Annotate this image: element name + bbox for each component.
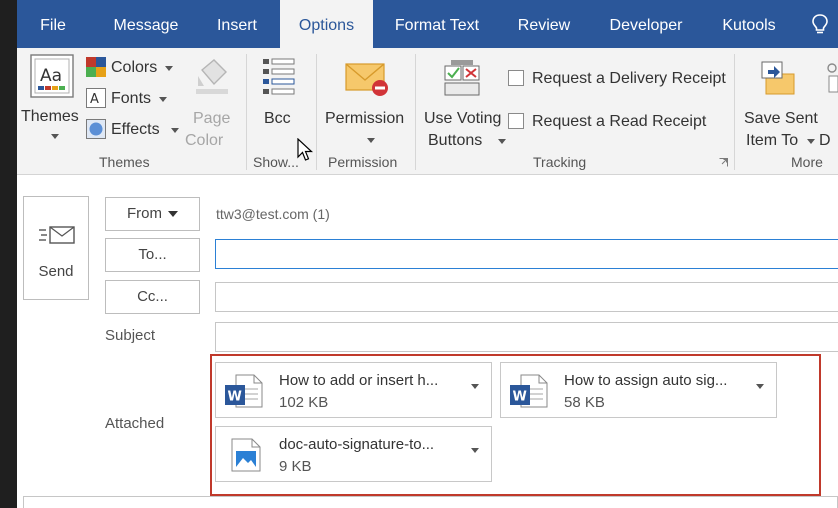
permission-envelope-icon: [345, 63, 388, 96]
word-doc-icon: W: [225, 374, 263, 408]
page-color-line1: Page: [193, 110, 231, 127]
ribbon-separator: [246, 54, 247, 170]
attachment-size: 9 KB: [279, 458, 312, 475]
tab-review[interactable]: Review: [513, 0, 575, 48]
tab-options[interactable]: Options: [280, 0, 373, 48]
to-field[interactable]: [215, 239, 838, 269]
effects-label: Effects: [111, 121, 160, 138]
page-color-line2: Color: [185, 132, 224, 149]
from-address: ttw3@test.com (1): [216, 206, 330, 222]
subject-field[interactable]: [215, 322, 838, 352]
mouse-cursor-icon: [297, 138, 313, 161]
fonts-dropdown-icon: [159, 97, 167, 102]
send-label: Send: [38, 263, 74, 280]
ribbon-options-panel: Aa Themes Colors A Fonts Effects Page Co…: [17, 48, 838, 175]
attachment-size: 58 KB: [564, 394, 605, 411]
use-voting-line1: Use Voting: [424, 110, 502, 127]
more-options-icon: [827, 63, 838, 93]
svg-text:A: A: [90, 92, 99, 107]
dialog-launcher-icon[interactable]: [719, 158, 728, 167]
effects-icon: [86, 119, 106, 139]
to-label: To...: [138, 246, 167, 263]
outlook-compose-window: File Message Insert Options Format Text …: [17, 0, 838, 508]
attachment-name: How to add or insert h...: [279, 372, 439, 389]
svg-text:W: W: [228, 390, 242, 405]
from-button[interactable]: From: [105, 197, 200, 231]
permission-button[interactable]: Permission: [321, 54, 413, 146]
colors-dropdown-icon: [165, 66, 173, 71]
cc-field[interactable]: [215, 282, 838, 312]
use-voting-buttons-button[interactable]: Use Voting Buttons: [421, 54, 506, 149]
attachment-size: 102 KB: [279, 394, 329, 411]
colors-label: Colors: [111, 59, 158, 76]
themes-group-label: Themes: [99, 154, 150, 170]
save-sent-folder-icon: [761, 61, 795, 95]
attachment-item[interactable]: W How to add or insert h... 102 KB: [215, 362, 492, 418]
attached-label: Attached: [105, 415, 165, 432]
save-sent-line1: Save Sent: [744, 110, 818, 127]
lightbulb-icon[interactable]: [812, 14, 828, 36]
delivery-receipt-checkbox[interactable]: [508, 70, 524, 86]
tab-insert[interactable]: Insert: [205, 0, 269, 48]
from-label: From: [127, 205, 162, 222]
themes-icon: Aa: [30, 54, 74, 98]
cc-label: Cc...: [137, 288, 168, 305]
colors-icon: [86, 57, 106, 77]
tab-kutools[interactable]: Kutools: [717, 0, 781, 48]
message-body[interactable]: [23, 496, 838, 508]
save-sent-dropdown-icon: [807, 139, 815, 144]
send-icon: [39, 226, 75, 244]
attachment-dropdown-icon[interactable]: [471, 384, 479, 389]
tab-message[interactable]: Message: [105, 0, 187, 48]
ribbon-separator: [316, 54, 317, 170]
page-color-button[interactable]: Page Color: [180, 54, 242, 149]
permission-group-label: Permission: [328, 154, 398, 170]
attachment-item[interactable]: doc-auto-signature-to... 9 KB: [215, 426, 492, 482]
attachment-name: doc-auto-signature-to...: [279, 436, 435, 453]
svg-text:W: W: [513, 390, 527, 405]
voting-buttons-icon: [444, 60, 480, 96]
tracking-group-label: Tracking: [533, 154, 587, 170]
use-voting-line2: Buttons: [428, 132, 483, 149]
permission-dropdown-icon: [367, 138, 375, 143]
voting-dropdown-icon: [498, 139, 506, 144]
next-ribbon-item-partial: D: [819, 132, 831, 149]
attachment-dropdown-icon[interactable]: [471, 448, 479, 453]
bcc-label: Bcc: [264, 110, 291, 127]
attachment-item[interactable]: W How to assign auto sig... 58 KB: [500, 362, 777, 418]
themes-button[interactable]: Aa Themes: [21, 54, 83, 144]
ribbon-tab-bar: File Message Insert Options Format Text …: [17, 0, 838, 48]
fonts-icon: A: [86, 88, 106, 108]
permission-label: Permission: [325, 110, 405, 127]
bcc-icon: [263, 58, 295, 95]
to-button[interactable]: To...: [105, 238, 200, 272]
tab-format-text[interactable]: Format Text: [389, 0, 485, 48]
paint-bucket-icon: [196, 59, 228, 94]
save-sent-line2: Item To: [746, 132, 799, 149]
ribbon-separator: [415, 54, 416, 170]
save-sent-item-button[interactable]: Save Sent Item To D: [741, 54, 838, 149]
themes-dropdown-icon: [51, 134, 59, 139]
svg-text:Aa: Aa: [40, 66, 62, 86]
attachment-dropdown-icon[interactable]: [756, 384, 764, 389]
fonts-label: Fonts: [111, 90, 152, 107]
subject-label: Subject: [105, 327, 156, 344]
tab-developer[interactable]: Developer: [601, 0, 691, 48]
image-file-icon: [231, 438, 261, 472]
cc-button[interactable]: Cc...: [105, 280, 200, 314]
bcc-button[interactable]: Bcc: [253, 54, 305, 134]
send-button[interactable]: Send: [23, 196, 89, 300]
show-group-label: Show...: [253, 154, 299, 170]
from-dropdown-icon: [168, 211, 178, 218]
delivery-receipt-label: Request a Delivery Receipt: [532, 70, 726, 87]
word-doc-icon: W: [510, 374, 548, 408]
themes-label: Themes: [21, 108, 79, 125]
effects-dropdown-icon: [171, 128, 179, 133]
tab-file[interactable]: File: [17, 0, 89, 48]
ribbon-separator: [734, 54, 735, 170]
read-receipt-label: Request a Read Receipt: [532, 113, 707, 130]
attachment-name: How to assign auto sig...: [564, 372, 728, 389]
read-receipt-checkbox[interactable]: [508, 113, 524, 129]
more-group-label: More: [791, 154, 823, 170]
